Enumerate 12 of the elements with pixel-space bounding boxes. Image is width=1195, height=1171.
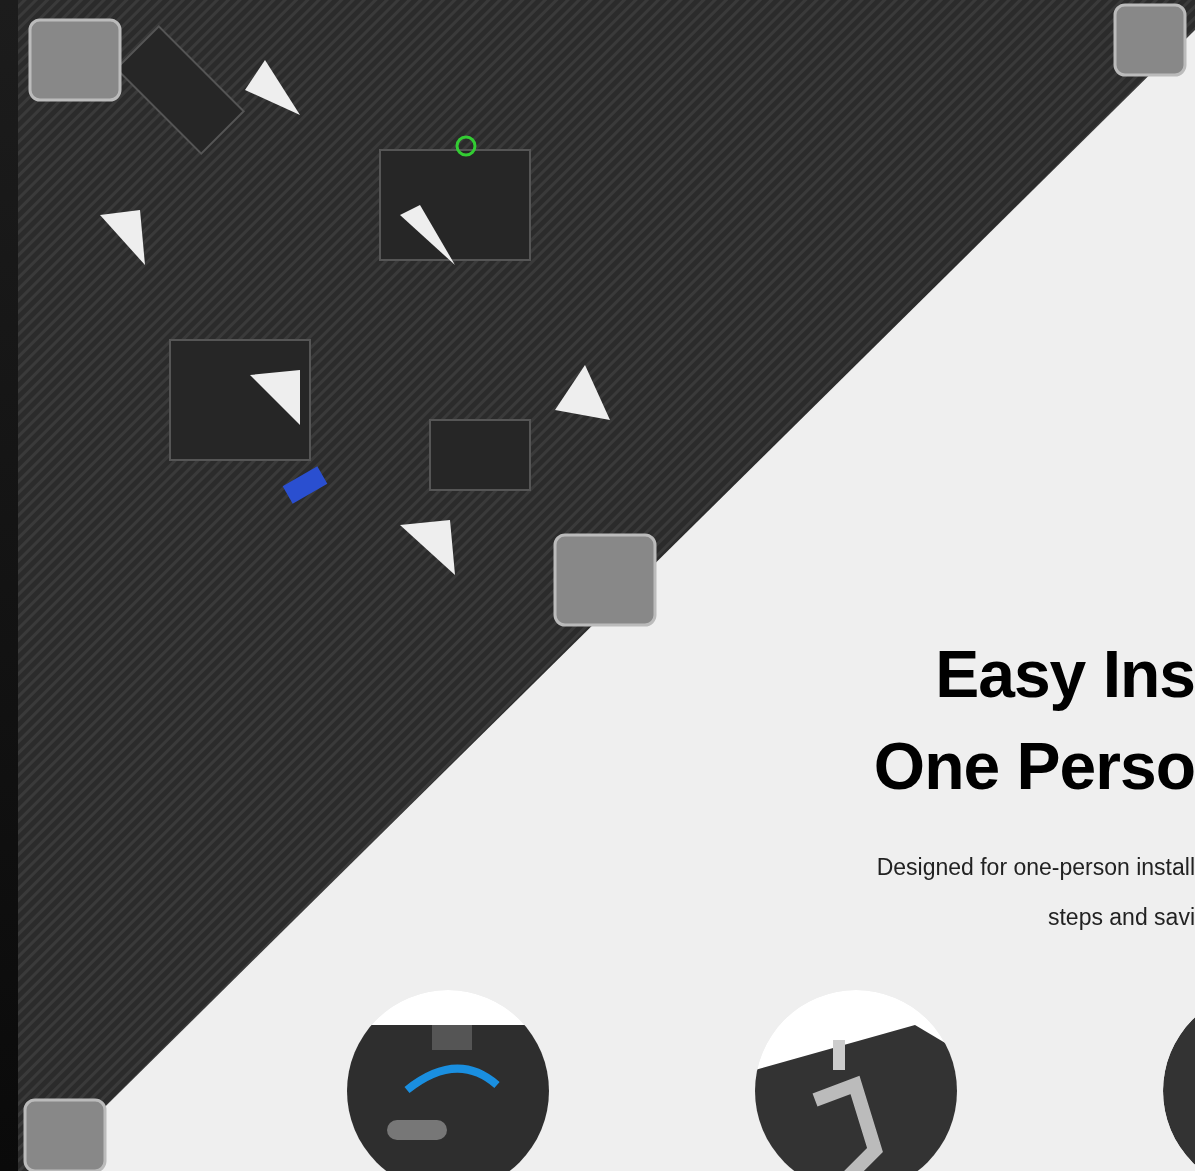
heading-line: One Perso: [872, 728, 1195, 805]
arrow-icon: [400, 520, 455, 575]
connector: [282, 466, 328, 504]
description-line: steps and savi: [1046, 903, 1195, 932]
description-line: Designed for one-person install: [875, 853, 1195, 882]
arrow-icon: [100, 210, 145, 265]
arrow-icon: [555, 365, 610, 420]
arrow-icon: [400, 205, 455, 265]
heading-line: Easy Ins: [934, 636, 1195, 713]
arrow-icon: [245, 60, 300, 115]
indicator-light: [455, 135, 477, 157]
arrow-icon: [250, 370, 300, 425]
